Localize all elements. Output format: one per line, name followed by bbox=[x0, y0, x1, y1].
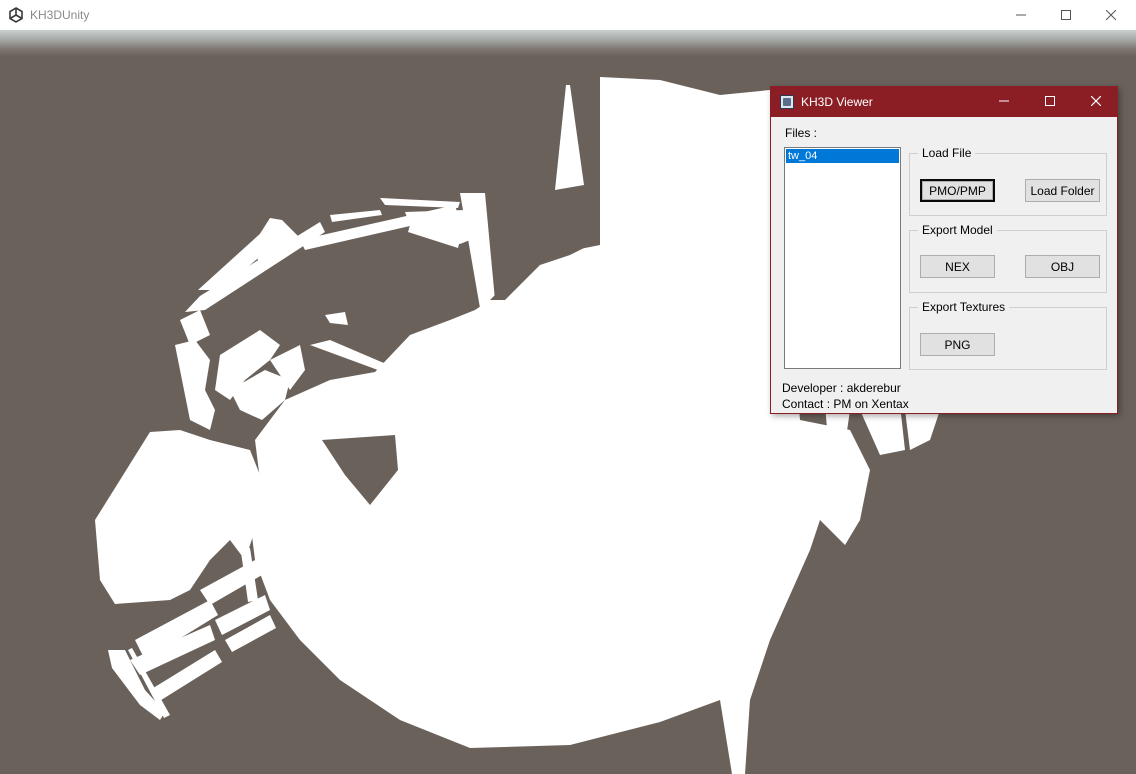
export-textures-group: Export Textures PNG bbox=[909, 300, 1107, 370]
maximize-button[interactable] bbox=[1043, 0, 1089, 30]
unity-logo-icon bbox=[8, 7, 24, 23]
export-model-group-title: Export Model bbox=[918, 223, 997, 237]
developer-text: Developer : akderebur bbox=[782, 381, 901, 395]
dialog-close-button[interactable] bbox=[1073, 87, 1119, 117]
window-title: KH3DUnity bbox=[30, 8, 90, 22]
load-folder-button[interactable]: Load Folder bbox=[1025, 179, 1100, 202]
maximize-icon bbox=[1061, 10, 1071, 20]
dialog-maximize-button[interactable] bbox=[1027, 87, 1073, 117]
close-icon bbox=[1090, 93, 1102, 111]
close-icon bbox=[1106, 10, 1116, 20]
main-titlebar: KH3DUnity bbox=[0, 0, 1136, 30]
minimize-button[interactable] bbox=[998, 0, 1044, 30]
list-item[interactable]: tw_04 bbox=[786, 149, 899, 163]
pmo-pmp-button[interactable]: PMO/PMP bbox=[920, 179, 995, 202]
close-button[interactable] bbox=[1088, 0, 1134, 30]
minimize-icon bbox=[999, 93, 1009, 111]
files-listbox[interactable]: tw_04 bbox=[784, 147, 901, 369]
dialog-title: KH3D Viewer bbox=[801, 95, 873, 109]
maximize-icon bbox=[1045, 93, 1055, 111]
dialog-titlebar[interactable]: KH3D Viewer bbox=[771, 87, 1117, 117]
viewer-app-icon bbox=[780, 95, 794, 109]
obj-button[interactable]: OBJ bbox=[1025, 255, 1100, 278]
export-textures-group-title: Export Textures bbox=[918, 300, 1010, 314]
nex-button[interactable]: NEX bbox=[920, 255, 995, 278]
dialog-minimize-button[interactable] bbox=[981, 87, 1027, 117]
files-label: Files : bbox=[785, 126, 818, 140]
load-file-group-title: Load File bbox=[918, 146, 976, 160]
kh3d-viewer-dialog: KH3D Viewer Files : tw_04 Load File PMO/… bbox=[770, 86, 1118, 414]
minimize-icon bbox=[1016, 10, 1026, 20]
contact-text: Contact : PM on Xentax bbox=[782, 397, 909, 411]
load-file-group: Load File PMO/PMP Load Folder bbox=[909, 146, 1107, 216]
export-model-group: Export Model NEX OBJ bbox=[909, 223, 1107, 293]
png-button[interactable]: PNG bbox=[920, 333, 995, 356]
